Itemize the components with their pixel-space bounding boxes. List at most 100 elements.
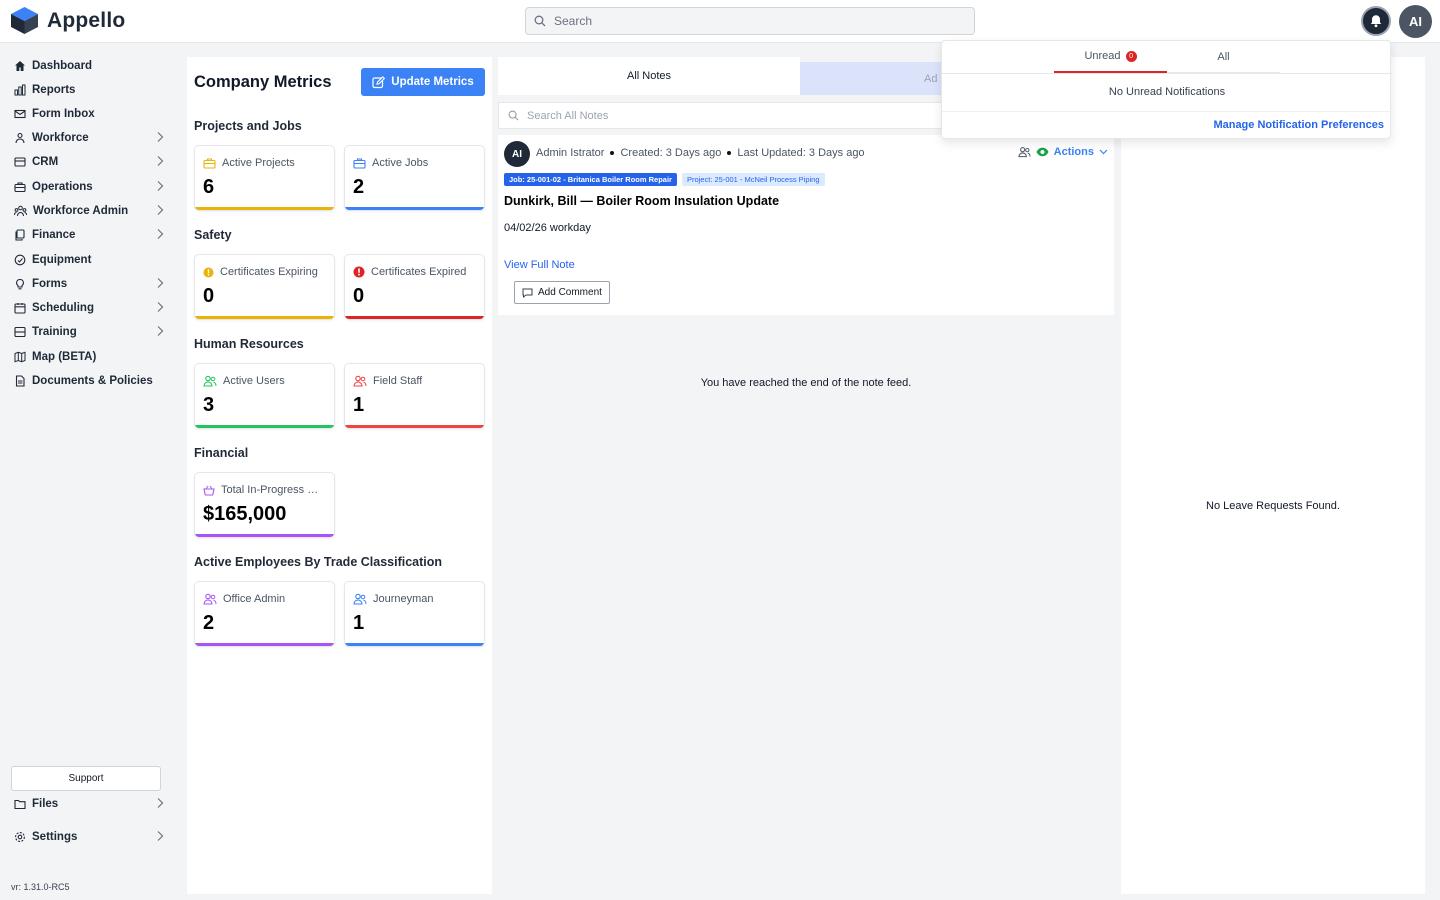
card-accent-bar: [195, 425, 334, 428]
sidebar-item-form-inbox[interactable]: Form Inbox: [14, 104, 168, 124]
tab-all[interactable]: All: [1167, 41, 1280, 73]
tab-unread-label: Unread: [1084, 50, 1121, 62]
app-logo[interactable]: Appello: [10, 6, 125, 35]
sidebar: Dashboard Reports Form Inbox Workforce C…: [0, 43, 172, 900]
layers-icon: [14, 326, 26, 338]
chevron-right-icon: [157, 278, 164, 288]
sidebar-item-label: Equipment: [32, 254, 92, 266]
sidebar-item-label: Workforce Admin: [33, 205, 129, 217]
metric-card-journeyman[interactable]: Journeyman 1: [344, 581, 485, 647]
sidebar-item-label: Scheduling: [32, 302, 94, 314]
support-button[interactable]: Support: [11, 766, 161, 791]
sidebar-item-crm[interactable]: CRM: [14, 152, 168, 172]
metric-card-active-projects[interactable]: Active Projects 6: [194, 145, 335, 211]
metric-card-active-jobs[interactable]: Active Jobs 2: [344, 145, 485, 211]
separator-dot: [727, 151, 732, 155]
sidebar-item-label: Reports: [32, 84, 76, 96]
card-label-row: Active Users: [203, 375, 333, 387]
sidebar-item-training[interactable]: Training: [14, 322, 168, 342]
card-label-row: Journeyman: [353, 593, 483, 605]
notifications-dropdown: Unread 0 All No Unread Notifications Man…: [941, 40, 1392, 139]
note-author: Admin Istrator: [536, 147, 605, 159]
card-value: 3: [203, 394, 215, 416]
eye-icon[interactable]: [1036, 147, 1049, 157]
sidebar-item-equipment[interactable]: Equipment: [14, 250, 168, 270]
bell-icon: [1370, 15, 1382, 28]
tab-all-label: All: [1217, 50, 1230, 63]
tab-unread[interactable]: Unread 0: [1054, 41, 1167, 73]
note-author-avatar: AI: [504, 141, 530, 167]
company-metrics-panel: Company Metrics Update Metrics Projects …: [187, 57, 492, 894]
sidebar-item-operations[interactable]: Operations: [14, 177, 168, 197]
sidebar-item-dashboard[interactable]: Dashboard: [14, 56, 168, 76]
card-label: Certificates Expiring: [220, 266, 318, 278]
card-accent-bar: [345, 207, 484, 210]
search-input[interactable]: [554, 14, 954, 28]
sidebar-item-label: Operations: [32, 181, 93, 193]
calendar-icon: [14, 303, 26, 314]
divider: [942, 73, 1392, 74]
update-metrics-button[interactable]: Update Metrics: [361, 68, 485, 96]
tab-all-notes[interactable]: All Notes: [498, 57, 800, 95]
note-actions: Actions: [1018, 146, 1108, 158]
note-tags: Job: 25-001-02 - Britanica Boiler Room R…: [504, 173, 825, 186]
card-value: 0: [353, 285, 365, 307]
appello-logo-icon: [11, 7, 38, 34]
sidebar-item-documents[interactable]: Documents & Policies: [14, 371, 168, 391]
notifications-button[interactable]: [1361, 6, 1391, 36]
section-projects-title: Projects and Jobs: [194, 119, 302, 133]
gear-icon: [15, 832, 25, 842]
sidebar-item-label: Documents & Policies: [32, 375, 153, 387]
sidebar-item-workforce[interactable]: Workforce: [14, 128, 168, 148]
card-label-row: Certificates Expired: [353, 266, 483, 278]
metric-card-active-users[interactable]: Active Users 3: [194, 363, 335, 429]
metric-card-total-in-progress[interactable]: Total In-Progress Value $165,000: [194, 472, 335, 538]
sidebar-item-label: Settings: [32, 831, 78, 843]
briefcase-icon: [203, 158, 216, 169]
add-comment-button[interactable]: Add Comment: [514, 281, 610, 304]
update-metrics-label: Update Metrics: [391, 76, 474, 88]
crm-icon: [14, 157, 26, 167]
users-icon: [203, 375, 217, 387]
metric-card-certificates-expired[interactable]: Certificates Expired 0: [344, 254, 485, 320]
sidebar-item-finance[interactable]: Finance: [14, 225, 168, 245]
users-icon: [353, 375, 367, 387]
folder-icon: [14, 799, 26, 810]
notes-panel: All Notes Ad AI Admin Istrator Created: …: [498, 57, 1114, 894]
manage-notification-preferences-link[interactable]: Manage Notification Preferences: [1213, 119, 1384, 131]
view-full-note-link[interactable]: View Full Note: [504, 259, 575, 271]
sidebar-item-scheduling[interactable]: Scheduling: [14, 298, 168, 318]
user-avatar[interactable]: AI: [1399, 5, 1432, 38]
map-icon: [14, 351, 26, 363]
sidebar-item-label: Training: [32, 326, 77, 338]
sidebar-item-workforce-admin[interactable]: Workforce Admin: [14, 201, 168, 221]
card-value: $165,000: [203, 503, 287, 525]
actions-menu-button[interactable]: Actions: [1054, 146, 1094, 158]
card-label: Active Jobs: [372, 157, 429, 169]
job-tag[interactable]: Job: 25-001-02 - Britanica Boiler Room R…: [504, 173, 677, 186]
global-search[interactable]: [525, 7, 975, 35]
project-tag[interactable]: Project: 25-001 - McNeil Process Piping: [681, 173, 825, 186]
divider: [942, 111, 1392, 112]
gauge-icon: [14, 254, 26, 266]
card-label: Active Projects: [222, 157, 295, 169]
sidebar-item-settings[interactable]: Settings: [14, 827, 168, 847]
sidebar-item-files[interactable]: Files: [14, 794, 168, 814]
metric-card-office-admin[interactable]: Office Admin 2: [194, 581, 335, 647]
card-label: Total In-Progress Value: [221, 484, 323, 496]
search-icon: [508, 110, 519, 121]
card-value: 1: [353, 612, 365, 634]
metric-card-certificates-expiring[interactable]: Certificates Expiring 0: [194, 254, 335, 320]
sidebar-item-forms[interactable]: Forms: [14, 274, 168, 294]
sidebar-item-reports[interactable]: Reports: [14, 80, 168, 100]
chevron-right-icon: [157, 181, 164, 191]
card-label-row: Certificates Expiring: [203, 266, 333, 278]
metric-card-field-staff[interactable]: Field Staff 1: [344, 363, 485, 429]
visibility-users-icon[interactable]: [1018, 146, 1031, 158]
chevron-right-icon: [157, 229, 164, 239]
chevron-right-icon: [157, 831, 164, 841]
sidebar-item-map[interactable]: Map (BETA): [14, 347, 168, 367]
app-name: Appello: [47, 8, 126, 32]
chevron-right-icon: [157, 326, 164, 336]
alert-circle-icon: [353, 266, 365, 278]
